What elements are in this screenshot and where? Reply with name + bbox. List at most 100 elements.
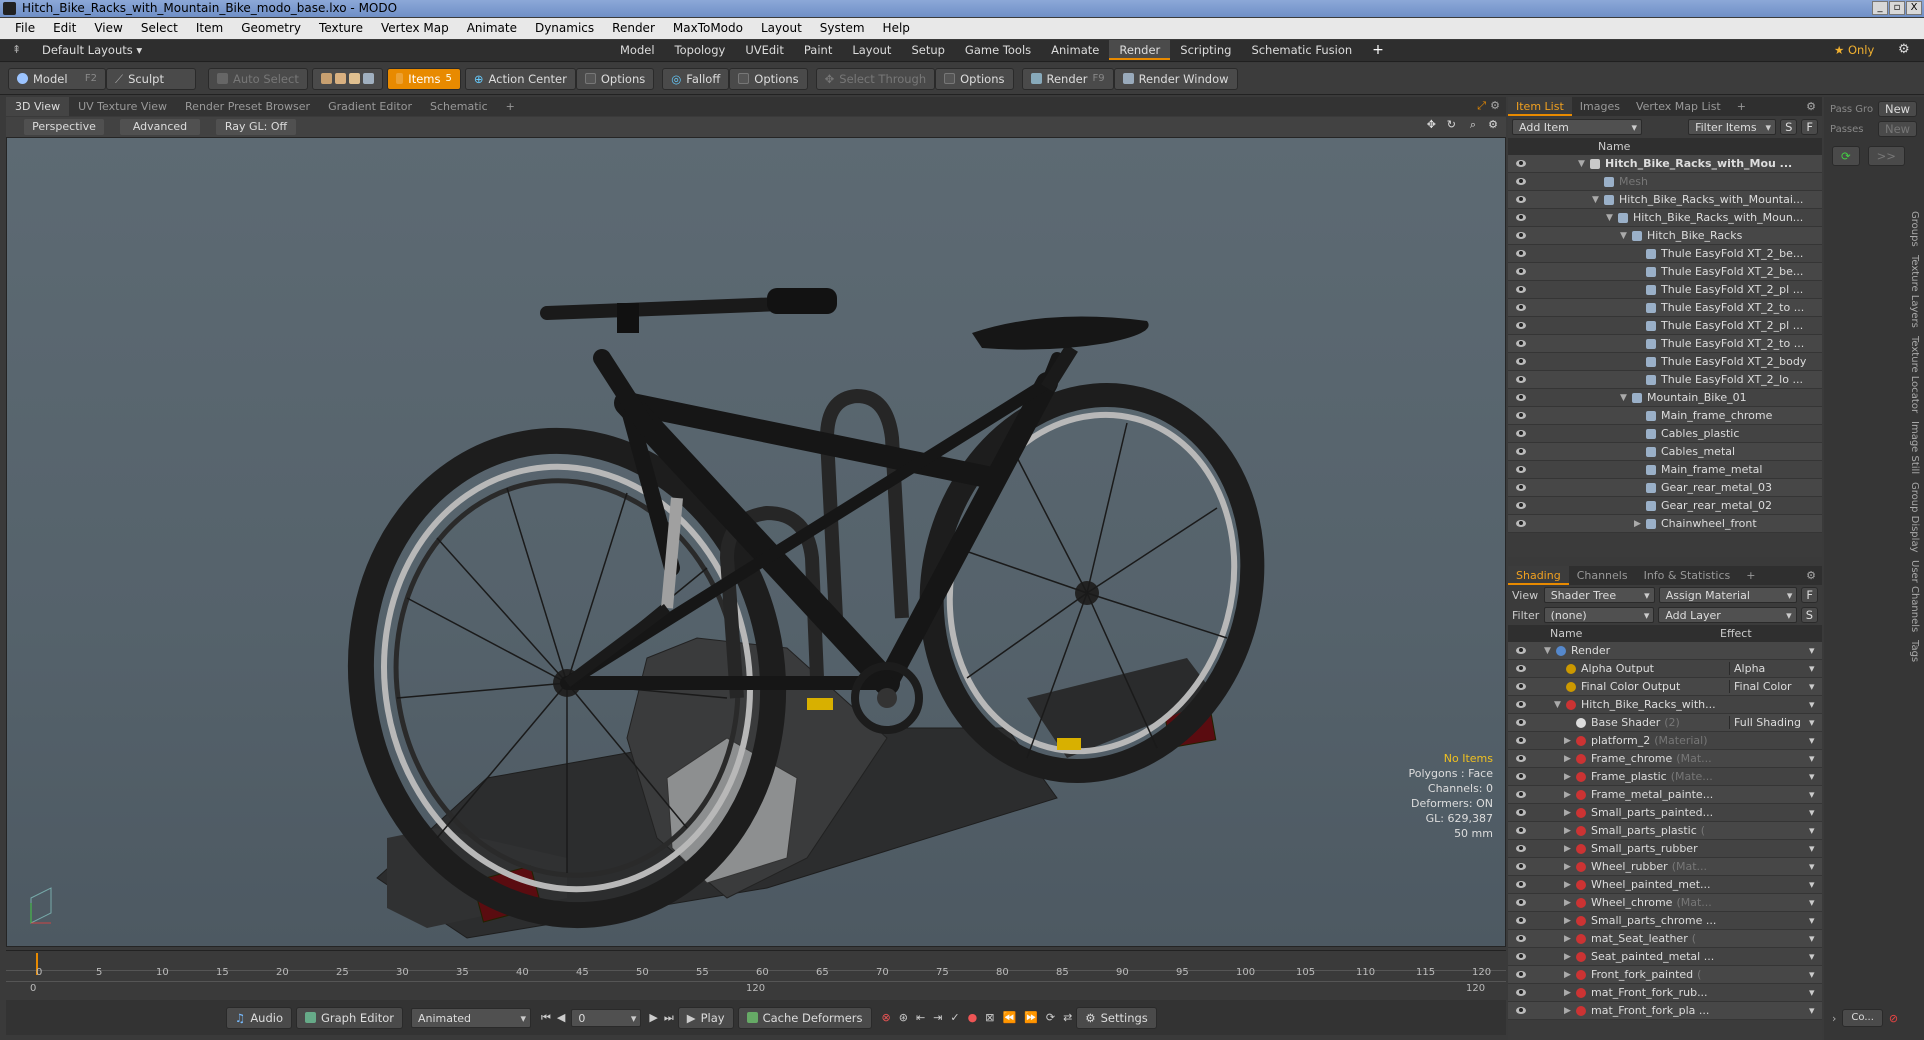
shader-tree-row[interactable]: ▶ Small_parts_painted... ▾	[1508, 804, 1822, 822]
more-arrows-button[interactable]: >>	[1867, 146, 1905, 166]
set-key-icon[interactable]: ✓	[950, 1011, 959, 1024]
skip-forward-icon[interactable]: ⏩	[1024, 1011, 1038, 1024]
item-list-row[interactable]: Cables_metal	[1508, 443, 1822, 461]
shader-tree-row[interactable]: ▶ Small_parts_plastic(▾	[1508, 822, 1822, 840]
effect-dropdown[interactable]: Full Shading	[1729, 716, 1809, 729]
item-list-row[interactable]: Thule EasyFold XT_2_be...	[1508, 245, 1822, 263]
default-layouts-dropdown[interactable]: Default Layouts ▾	[32, 40, 152, 60]
prev-key-icon[interactable]: ⇤	[916, 1011, 925, 1024]
shader-tree-row[interactable]: ▶ Small_parts_chrome ... ▾	[1508, 912, 1822, 930]
tab-render[interactable]: Render	[1109, 40, 1171, 60]
prev-frame-icon[interactable]: ◀	[557, 1011, 565, 1024]
visibility-eye-icon[interactable]	[1516, 809, 1526, 816]
effect-arrow-icon[interactable]: ▾	[1809, 914, 1815, 927]
render-window-button[interactable]: Render Window	[1113, 67, 1238, 90]
shader-tree-row[interactable]: ▶ Wheel_chrome (Mat... ▾	[1508, 894, 1822, 912]
shader-tree-row[interactable]: ▶ Frame_chrome (Mat... ▾	[1508, 750, 1822, 768]
advanced-dropdown[interactable]: Advanced	[120, 119, 200, 135]
visibility-eye-icon[interactable]	[1516, 412, 1526, 419]
menu-file[interactable]: File	[6, 18, 44, 39]
shader-tree-row[interactable]: ▶ Frame_plastic (Mate... ▾	[1508, 768, 1822, 786]
graph-editor-button[interactable]: Graph Editor	[296, 1006, 403, 1029]
timeline[interactable]: 0 5 10 15 20 25 30 35 40 45 50 55 60 65 …	[6, 950, 1506, 996]
visibility-eye-icon[interactable]	[1516, 214, 1526, 221]
menu-layout[interactable]: Layout	[752, 18, 811, 39]
visibility-eye-icon[interactable]	[1516, 683, 1526, 690]
visibility-eye-icon[interactable]	[1516, 1007, 1526, 1014]
effect-dropdown[interactable]: Alpha	[1729, 662, 1809, 675]
menu-help[interactable]: Help	[874, 18, 919, 39]
render-button[interactable]: Render F9	[1021, 67, 1114, 90]
play-button[interactable]: ▶ Play	[677, 1006, 734, 1029]
action-center-button[interactable]: ⊕ Action Center	[464, 67, 576, 90]
effect-arrow-icon[interactable]: ▾	[1809, 842, 1815, 855]
item-list-row[interactable]: Cables_plastic	[1508, 425, 1822, 443]
visibility-eye-icon[interactable]	[1516, 160, 1526, 167]
shader-tree-row[interactable]: Base Shader (2) Full Shading ▾	[1508, 714, 1822, 732]
tab-schematic-fusion[interactable]: Schematic Fusion	[1241, 40, 1362, 60]
expand-triangle-icon[interactable]: ▶	[1564, 952, 1576, 962]
assign-material-button[interactable]: Assign Material	[1658, 587, 1798, 604]
visibility-eye-icon[interactable]	[1516, 881, 1526, 888]
menu-animate[interactable]: Animate	[458, 18, 526, 39]
visibility-eye-icon[interactable]	[1516, 394, 1526, 401]
shader-tree-row[interactable]: ▶ Frame_metal_painte... ▾	[1508, 786, 1822, 804]
item-list-row[interactable]: ▶ Chainwheel_front	[1508, 515, 1822, 533]
shader-tree-row[interactable]: Alpha Output Alpha ▾	[1508, 660, 1822, 678]
menu-dynamics[interactable]: Dynamics	[526, 18, 603, 39]
side-tab-group-display[interactable]: Group Display	[1909, 482, 1920, 552]
tab-paint[interactable]: Paint	[794, 40, 842, 60]
shader-tree-dropdown[interactable]: Shader Tree	[1543, 587, 1655, 604]
expand-triangle-icon[interactable]: ▶	[1564, 772, 1576, 782]
expand-triangle-icon[interactable]: ▶	[1564, 844, 1576, 854]
only-toggle[interactable]: ★ Only	[1824, 40, 1884, 60]
item-list-row[interactable]: ▼ Hitch_Bike_Racks	[1508, 227, 1822, 245]
add-item-dropdown[interactable]: Add Item	[1512, 119, 1642, 136]
side-tab-groups[interactable]: Groups	[1909, 211, 1920, 247]
add-layer-dropdown[interactable]: Add Layer	[1658, 607, 1797, 624]
visibility-eye-icon[interactable]	[1516, 286, 1526, 293]
shader-tree-row[interactable]: ▶ Front_fork_painted(▾	[1508, 966, 1822, 984]
visibility-eye-icon[interactable]	[1516, 268, 1526, 275]
item-list-row[interactable]: ▼ Hitch_Bike_Racks_with_Moun...	[1508, 209, 1822, 227]
zoom-icon[interactable]: ⌕	[1470, 118, 1476, 132]
effect-arrow-icon[interactable]: ▾	[1809, 752, 1815, 765]
animated-dropdown[interactable]: Animated	[410, 1007, 531, 1029]
side-tab-texture-locator[interactable]: Texture Locator	[1909, 336, 1920, 413]
expand-triangle-icon[interactable]: ▼	[1592, 195, 1604, 205]
shader-tree-row[interactable]: ▶ Seat_painted_metal ... ▾	[1508, 948, 1822, 966]
tab-scripting[interactable]: Scripting	[1170, 40, 1241, 60]
shading-gear-icon[interactable]: ⚙	[1806, 569, 1816, 582]
visibility-eye-icon[interactable]	[1516, 719, 1526, 726]
shading-effect-header[interactable]: Effect	[1720, 627, 1752, 640]
loop-icon[interactable]: ⟳	[1046, 1011, 1055, 1024]
next-key-icon[interactable]: ⇥	[933, 1011, 942, 1024]
pan-icon[interactable]: ✥	[1427, 118, 1436, 131]
shader-tree-row[interactable]: ▶ Wheel_painted_met... ▾	[1508, 876, 1822, 894]
falloff-button[interactable]: ◎ Falloff	[662, 67, 730, 90]
shader-tree-row[interactable]: ▶ mat_Front_fork_rub... ▾	[1508, 984, 1822, 1002]
maximize-button[interactable]: ▫	[1889, 1, 1905, 15]
select-through-options-button[interactable]: Options	[935, 67, 1014, 90]
tab-model[interactable]: Model	[610, 40, 665, 60]
effect-arrow-icon[interactable]: ▾	[1809, 860, 1815, 873]
visibility-eye-icon[interactable]	[1516, 791, 1526, 798]
expand-triangle-icon[interactable]: ▼	[1554, 700, 1566, 710]
effect-arrow-icon[interactable]: ▾	[1809, 968, 1815, 981]
effect-arrow-icon[interactable]: ▾	[1809, 806, 1815, 819]
shader-tree-row[interactable]: ▶ mat_Seat_leather(▾	[1508, 930, 1822, 948]
next-frame-icon[interactable]: ▶	[649, 1011, 657, 1024]
3d-viewport[interactable]: No Items Polygons : Face Channels: 0 Def…	[6, 137, 1506, 947]
item-list-row[interactable]: Gear_rear_metal_02	[1508, 497, 1822, 515]
tab-shading[interactable]: Shading	[1508, 566, 1569, 585]
menu-item[interactable]: Item	[187, 18, 232, 39]
expand-icon[interactable]: ⤢	[1477, 99, 1486, 113]
item-list-row[interactable]: Thule EasyFold XT_2_to ...	[1508, 335, 1822, 353]
expand-triangle-icon[interactable]: ▼	[1606, 213, 1618, 223]
expand-triangle-icon[interactable]: ▶	[1634, 519, 1646, 529]
expand-triangle-icon[interactable]: ▼	[1620, 231, 1632, 241]
effect-arrow-icon[interactable]: ▾	[1809, 986, 1815, 999]
menu-select[interactable]: Select	[132, 18, 187, 39]
visibility-eye-icon[interactable]	[1516, 520, 1526, 527]
rotate-icon[interactable]: ↻	[1447, 118, 1456, 131]
